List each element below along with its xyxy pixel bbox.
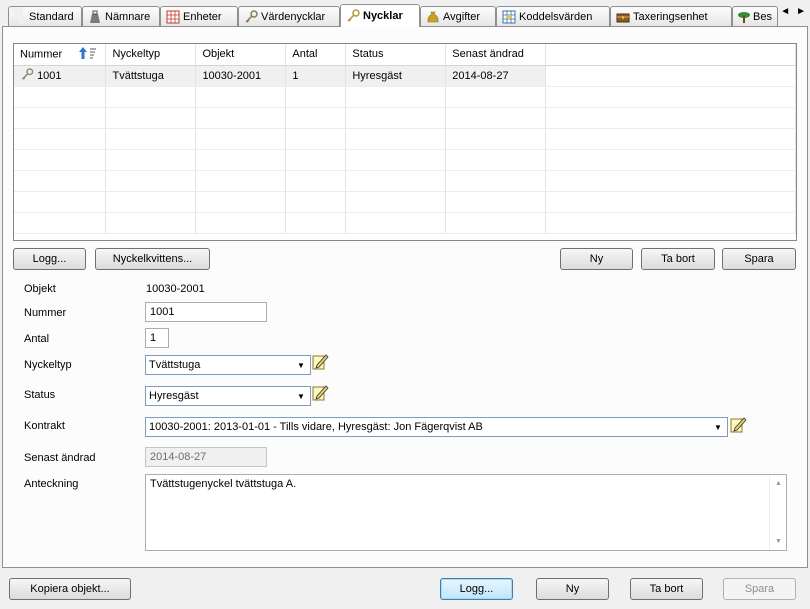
logg-button[interactable]: Logg...	[13, 248, 86, 270]
spara-button[interactable]: Spara	[722, 248, 796, 270]
tab-bes[interactable]: Bes	[732, 6, 778, 26]
column-header-status[interactable]: Status	[345, 44, 447, 66]
objekt-value: 10030-2001	[146, 283, 205, 295]
tab-label: Nycklar	[363, 10, 403, 22]
cell-filler	[545, 65, 796, 87]
tab-avgifter[interactable]: Avgifter	[420, 6, 496, 26]
tab-label: Nämnare	[105, 10, 151, 23]
chest-icon	[615, 10, 631, 24]
nyckeltyp-select[interactable]: Tvättstuga ▼	[145, 355, 311, 375]
empty-row	[14, 149, 796, 171]
footer-spara-button[interactable]: Spara	[723, 578, 796, 600]
senast-andrad-field: 2014-08-27	[145, 447, 267, 467]
tab-label: Värdenycklar	[261, 10, 326, 23]
tab-vardenycklar[interactable]: Värdenycklar	[238, 6, 340, 26]
table-row[interactable]: 1001 Tvättstuga 10030-2001 1 Hyresgäst 2…	[14, 65, 796, 87]
edit-nyckeltyp-icon[interactable]	[311, 353, 329, 371]
scroll-left-icon[interactable]: ◄	[780, 6, 790, 17]
column-header-antal[interactable]: Antal	[285, 44, 347, 66]
nycklar-panel: Nummer Nyckeltyp Objekt Antal Status Sen…	[2, 26, 808, 568]
cell-nummer: 1001	[14, 65, 107, 87]
scroll-up-icon[interactable]: ▲	[770, 475, 787, 492]
chevron-down-icon: ▼	[714, 422, 722, 432]
cell-senast-andrad: 2014-08-27	[445, 65, 547, 87]
grid-icon	[165, 10, 181, 24]
status-select[interactable]: Hyresgäst ▼	[145, 386, 311, 406]
empty-row	[14, 170, 796, 192]
table-header-row: Nummer Nyckeltyp Objekt Antal Status Sen…	[14, 44, 796, 66]
empty-row	[14, 107, 796, 129]
scroll-down-icon[interactable]: ▼	[770, 533, 787, 550]
edit-kontrakt-icon[interactable]	[729, 416, 747, 434]
key-icon	[20, 67, 34, 84]
nummer-label: Nummer	[24, 307, 67, 319]
empty-row	[14, 128, 796, 150]
tab-strip: Standard Nämnare Enheter Värdenycklar Ny…	[0, 0, 810, 28]
tab-nycklar[interactable]: Nycklar	[340, 4, 420, 27]
column-header-senast-andrad[interactable]: Senast ändrad	[445, 44, 547, 66]
tab-enheter[interactable]: Enheter	[160, 6, 238, 26]
tab-koddelsvarden[interactable]: Koddelsvärden	[496, 6, 610, 26]
ta-bort-button[interactable]: Ta bort	[641, 248, 715, 270]
kopiera-objekt-button[interactable]: Kopiera objekt...	[9, 578, 131, 600]
cell-antal: 1	[285, 65, 347, 87]
antal-input[interactable]: 1	[145, 328, 169, 348]
empty-row	[14, 86, 796, 108]
anteckning-textarea[interactable]: Tvättstugenyckel tvättstuga A. ▲ ▼	[145, 474, 787, 551]
objekt-label: Objekt	[24, 283, 56, 295]
chevron-down-icon: ▼	[297, 391, 305, 401]
kontrakt-select[interactable]: 10030-2001: 2013-01-01 - Tills vidare, H…	[145, 417, 728, 437]
footer-ny-button[interactable]: Ny	[536, 578, 609, 600]
key-icon	[243, 9, 259, 24]
tab-taxeringsenhet[interactable]: Taxeringsenhet	[610, 6, 732, 26]
tab-label: Avgifter	[443, 10, 481, 23]
tab-label: Koddelsvärden	[519, 10, 593, 23]
cell-objekt: 10030-2001	[195, 65, 287, 87]
tab-namnare[interactable]: Nämnare	[82, 6, 160, 26]
column-header-nyckeltyp[interactable]: Nyckeltyp	[105, 44, 197, 66]
keys-table: Nummer Nyckeltyp Objekt Antal Status Sen…	[14, 44, 796, 234]
tab-label: Bes	[753, 10, 772, 23]
nyckelkvittens-button[interactable]: Nyckelkvittens...	[95, 248, 210, 270]
kontrakt-label: Kontrakt	[24, 420, 65, 432]
tab-standard[interactable]: Standard	[8, 6, 82, 26]
tree-icon	[737, 10, 751, 24]
ny-button[interactable]: Ny	[560, 248, 633, 270]
textarea-scrollbar[interactable]: ▲ ▼	[769, 475, 786, 550]
column-header-objekt[interactable]: Objekt	[195, 44, 287, 66]
tab-scroll-buttons: ◄ ►	[780, 6, 806, 17]
bag-icon	[87, 10, 103, 24]
footer-logg-button[interactable]: Logg...	[440, 578, 513, 600]
anteckning-label: Anteckning	[24, 478, 79, 490]
column-header-filler	[545, 44, 796, 66]
status-label: Status	[24, 389, 56, 401]
tab-label: Enheter	[183, 10, 222, 23]
senast-andrad-label: Senast ändrad	[24, 452, 96, 464]
tab-label: Standard	[29, 10, 74, 23]
key-icon	[345, 9, 361, 23]
nyckeltyp-label: Nyckeltyp	[24, 359, 72, 371]
footer-ta-bort-button[interactable]: Ta bort	[630, 578, 703, 600]
keys-grid[interactable]: Nummer Nyckeltyp Objekt Antal Status Sen…	[13, 43, 797, 241]
table-icon	[501, 10, 517, 24]
money-bag-icon	[425, 10, 441, 24]
antal-label: Antal	[24, 333, 50, 345]
cell-nyckeltyp: Tvättstuga	[105, 65, 197, 87]
empty-row	[14, 212, 796, 234]
column-header-nummer[interactable]: Nummer	[14, 44, 107, 66]
nummer-input[interactable]: 1001	[145, 302, 267, 322]
edit-status-icon[interactable]	[311, 384, 329, 402]
cell-status: Hyresgäst	[345, 65, 447, 87]
tab-label: Taxeringsenhet	[633, 10, 708, 23]
scroll-right-icon[interactable]: ►	[796, 6, 806, 17]
chevron-down-icon: ▼	[297, 360, 305, 370]
empty-row	[14, 191, 796, 213]
sort-ascending-icon	[79, 46, 97, 63]
